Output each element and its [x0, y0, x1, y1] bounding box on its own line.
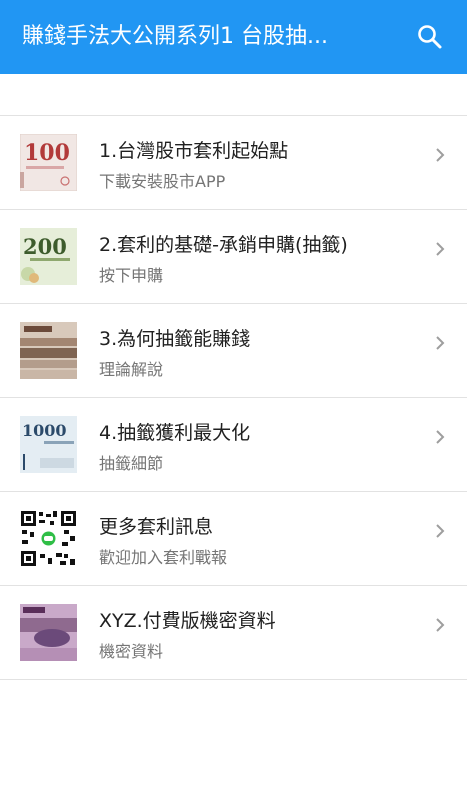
- list-item[interactable]: XYZ.付費版機密資料 機密資料: [0, 586, 467, 680]
- item-subtitle: 抽籤細節: [99, 454, 164, 473]
- list-item[interactable]: 100 1.台灣股市套利起始點 下載安裝股市APP: [0, 116, 467, 210]
- banknote-value: 1000: [22, 421, 67, 440]
- banknote-1000-icon: 1000: [20, 416, 77, 473]
- qr-code-icon: [20, 510, 77, 567]
- item-subtitle: 下載安裝股市APP: [99, 172, 226, 191]
- banknote-200-icon: 200: [20, 228, 77, 285]
- chevron-right-icon: [436, 242, 445, 256]
- item-subtitle: 歡迎加入套利戰報: [99, 548, 228, 567]
- list-item[interactable]: 3.為何抽籤能賺錢 理論解說: [0, 304, 467, 398]
- banknote-value: 100: [24, 140, 70, 166]
- article-list: 100 1.台灣股市套利起始點 下載安裝股市APP 200 2.套利的基礎-承銷…: [0, 115, 467, 680]
- chevron-right-icon: [436, 524, 445, 538]
- item-title: 4.抽籤獲利最大化: [99, 422, 251, 444]
- item-title: XYZ.付費版機密資料: [99, 610, 276, 632]
- app-bar: 賺錢手法大公開系列1 台股抽...: [0, 0, 467, 74]
- app-title: 賺錢手法大公開系列1 台股抽...: [22, 24, 328, 49]
- list-item[interactable]: 更多套利訊息 歡迎加入套利戰報: [0, 492, 467, 586]
- chevron-right-icon: [436, 336, 445, 350]
- list-item[interactable]: 1000 4.抽籤獲利最大化 抽籤細節: [0, 398, 467, 492]
- item-subtitle: 按下申購: [99, 266, 164, 285]
- chevron-right-icon: [436, 148, 445, 162]
- item-title: 3.為何抽籤能賺錢: [99, 328, 251, 350]
- item-subtitle: 理論解說: [99, 360, 164, 379]
- banknote-500-icon: [20, 322, 77, 379]
- chevron-right-icon: [436, 430, 445, 444]
- banknote-100-icon: 100: [20, 134, 77, 191]
- banknote-2000-icon: [20, 604, 77, 661]
- item-title: 2.套利的基礎-承銷申購(抽籤): [99, 234, 348, 256]
- banknote-value: 200: [23, 234, 67, 259]
- chevron-right-icon: [436, 618, 445, 632]
- item-subtitle: 機密資料: [99, 642, 164, 661]
- item-title: 1.台灣股市套利起始點: [99, 140, 289, 162]
- search-button[interactable]: [410, 17, 450, 57]
- item-title: 更多套利訊息: [99, 516, 214, 538]
- list-item[interactable]: 200 2.套利的基礎-承銷申購(抽籤) 按下申購: [0, 210, 467, 304]
- search-icon: [418, 25, 442, 49]
